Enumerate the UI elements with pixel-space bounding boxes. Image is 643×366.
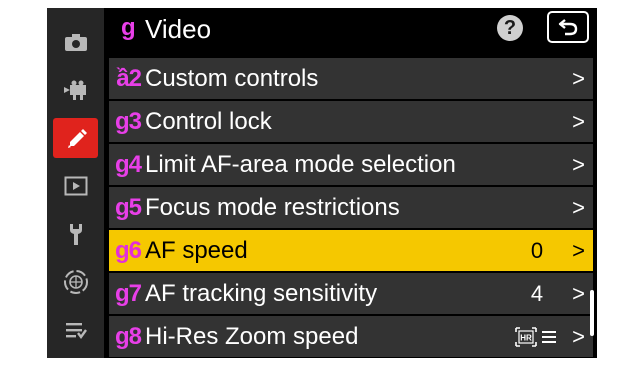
camera-icon	[64, 34, 87, 51]
page-title: Video	[145, 14, 212, 44]
tab-playback[interactable]	[53, 166, 98, 206]
item-label: Custom controls	[145, 64, 319, 92]
playback-icon	[64, 176, 87, 196]
pencil-icon	[67, 129, 87, 148]
item-label: Control lock	[145, 107, 272, 135]
item-code: g7	[114, 279, 142, 307]
item-label: Focus mode restrictions	[145, 193, 400, 221]
help-icon: ?	[503, 16, 517, 39]
lines-icon	[542, 330, 556, 343]
item-label: Limit AF-area mode selection	[145, 150, 456, 178]
menu-item-custom-controls[interactable]: ầ2 Custom controls >	[109, 58, 593, 99]
item-code: g8	[114, 322, 142, 350]
network-icon	[63, 270, 88, 294]
tab-setup[interactable]	[53, 214, 98, 254]
wrench-icon	[69, 224, 82, 245]
return-arrow-icon	[558, 19, 578, 36]
back-button[interactable]	[547, 11, 589, 43]
chevron-right-icon: >	[572, 109, 585, 134]
chevron-right-icon: >	[572, 66, 585, 91]
menu-tab-column	[47, 8, 104, 358]
item-code: ầ2	[116, 64, 142, 92]
tab-my-menu[interactable]	[53, 310, 98, 350]
chevron-right-icon: >	[572, 195, 585, 220]
item-value: 4	[530, 280, 544, 306]
item-label: AF speed	[145, 236, 248, 264]
chevron-right-icon: >	[572, 152, 585, 177]
hires-zoom-icon-text: HR	[520, 333, 532, 342]
menu-item-af-speed[interactable]: g6 AF speed 0 >	[109, 230, 593, 271]
chevron-right-icon: >	[572, 281, 585, 306]
menu-header: g Video ?	[109, 11, 595, 51]
item-value-icons: HR	[515, 326, 557, 347]
menu-item-control-lock[interactable]: g3 Control lock >	[109, 101, 593, 142]
menu-list: ầ2 Custom controls > g3 Control lock > g…	[109, 58, 593, 358]
camera-menu-screen: g Video ? ầ2 Custom controls > g3 Contro…	[47, 8, 597, 358]
menu-item-af-tracking-sensitivity[interactable]: g7 AF tracking sensitivity 4 >	[109, 273, 593, 314]
help-button[interactable]: ?	[497, 15, 523, 41]
item-code: g5	[114, 193, 142, 221]
item-label: AF tracking sensitivity	[145, 279, 378, 307]
scrollbar[interactable]	[590, 290, 594, 336]
item-label: Hi-Res Zoom speed	[145, 322, 359, 350]
menu-item-hi-res-zoom-speed[interactable]: g8 Hi-Res Zoom speed HR >	[109, 316, 593, 357]
menu-item-limit-af-area[interactable]: g4 Limit AF-area mode selection >	[109, 144, 593, 185]
my-menu-icon	[65, 323, 87, 340]
hires-zoom-icon: HR	[515, 326, 537, 347]
chevron-right-icon: >	[572, 324, 585, 349]
tab-network[interactable]	[53, 262, 98, 302]
item-code: g4	[114, 150, 142, 178]
menu-item-focus-mode-restrictions[interactable]: g5 Focus mode restrictions >	[109, 187, 593, 228]
tab-custom-settings[interactable]	[53, 118, 98, 158]
tab-photo-shooting[interactable]	[53, 22, 98, 62]
chevron-right-icon: >	[572, 238, 585, 263]
item-code: g3	[114, 107, 142, 135]
item-code: g6	[114, 236, 142, 264]
section-code: g	[121, 14, 136, 41]
tab-video-recording[interactable]	[53, 70, 98, 110]
item-value: 0	[530, 237, 544, 263]
movie-camera-icon	[63, 80, 86, 100]
